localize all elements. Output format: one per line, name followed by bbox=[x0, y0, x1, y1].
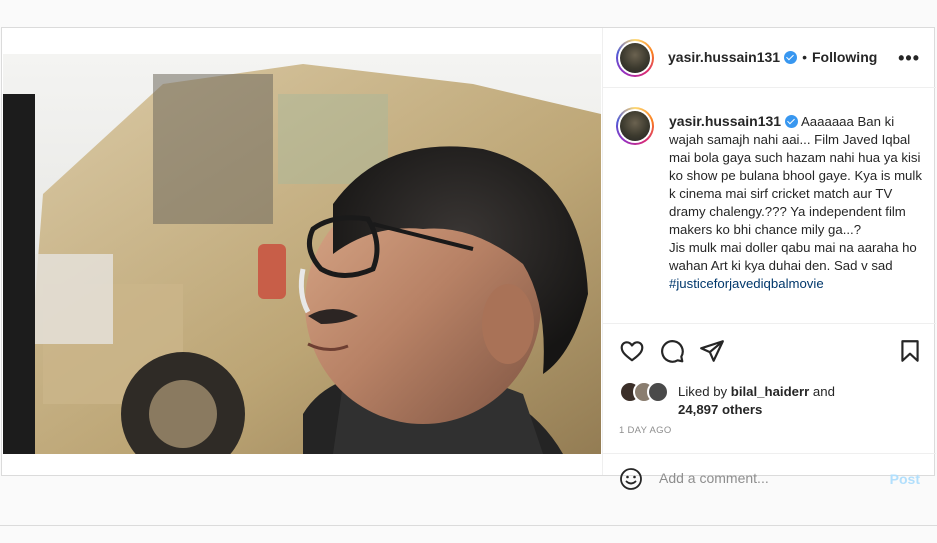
instagram-post: yasir.hussain131 • Following ••• yasir.hus… bbox=[1, 27, 936, 490]
bookmark-icon[interactable] bbox=[897, 338, 923, 364]
action-bar bbox=[603, 325, 936, 375]
author-info: yasir.hussain131 • Following bbox=[668, 49, 877, 65]
share-icon[interactable] bbox=[699, 338, 725, 364]
following-button[interactable]: Following bbox=[812, 49, 877, 65]
post-sidebar: yasir.hussain131 • Following ••• yasir.hus… bbox=[602, 28, 936, 490]
post-comment-button[interactable]: Post bbox=[890, 471, 920, 487]
post-image[interactable] bbox=[3, 54, 601, 454]
liker-avatar[interactable] bbox=[647, 381, 669, 403]
divider bbox=[0, 525, 937, 526]
comments-area: yasir.hussain131 Aaaaaaa Ban ki wajah sa… bbox=[603, 88, 936, 324]
verified-badge-icon bbox=[784, 51, 798, 64]
liker-username[interactable]: bilal_haiderr bbox=[731, 384, 809, 399]
caption-verified-badge-icon bbox=[785, 115, 799, 128]
caption-username[interactable]: yasir.hussain131 bbox=[669, 113, 781, 129]
likes-summary: Liked by bilal_haiderr and 24,897 others bbox=[619, 381, 919, 419]
heart-icon[interactable] bbox=[619, 338, 645, 364]
comment-icon[interactable] bbox=[659, 338, 685, 364]
post-timestamp[interactable]: 1 DAY AGO bbox=[619, 425, 672, 436]
more-options-icon[interactable]: ••• bbox=[898, 48, 920, 69]
post-header: yasir.hussain131 • Following ••• bbox=[603, 28, 936, 88]
caption-author-avatar[interactable] bbox=[616, 107, 654, 145]
post-photo-illustration bbox=[3, 54, 601, 454]
likes-connector: and bbox=[812, 384, 835, 399]
comment-input[interactable] bbox=[659, 470, 879, 486]
caption-hashtag[interactable]: #justiceforjavediqbalmovie bbox=[669, 276, 824, 291]
caption-text: Aaaaaaa Ban ki wajah samajh nahi aai... … bbox=[669, 114, 922, 273]
emoji-icon[interactable] bbox=[619, 467, 643, 491]
likes-count[interactable]: 24,897 others bbox=[678, 402, 762, 417]
likes-text: Liked by bilal_haiderr and 24,897 others bbox=[678, 383, 835, 419]
add-comment-bar: Post bbox=[603, 453, 936, 505]
author-username[interactable]: yasir.hussain131 bbox=[668, 49, 780, 65]
likes-prefix: Liked by bbox=[678, 384, 728, 399]
separator-dot: • bbox=[802, 49, 807, 65]
author-avatar[interactable] bbox=[616, 39, 654, 77]
post-caption: yasir.hussain131 Aaaaaaa Ban ki wajah sa… bbox=[669, 112, 927, 293]
